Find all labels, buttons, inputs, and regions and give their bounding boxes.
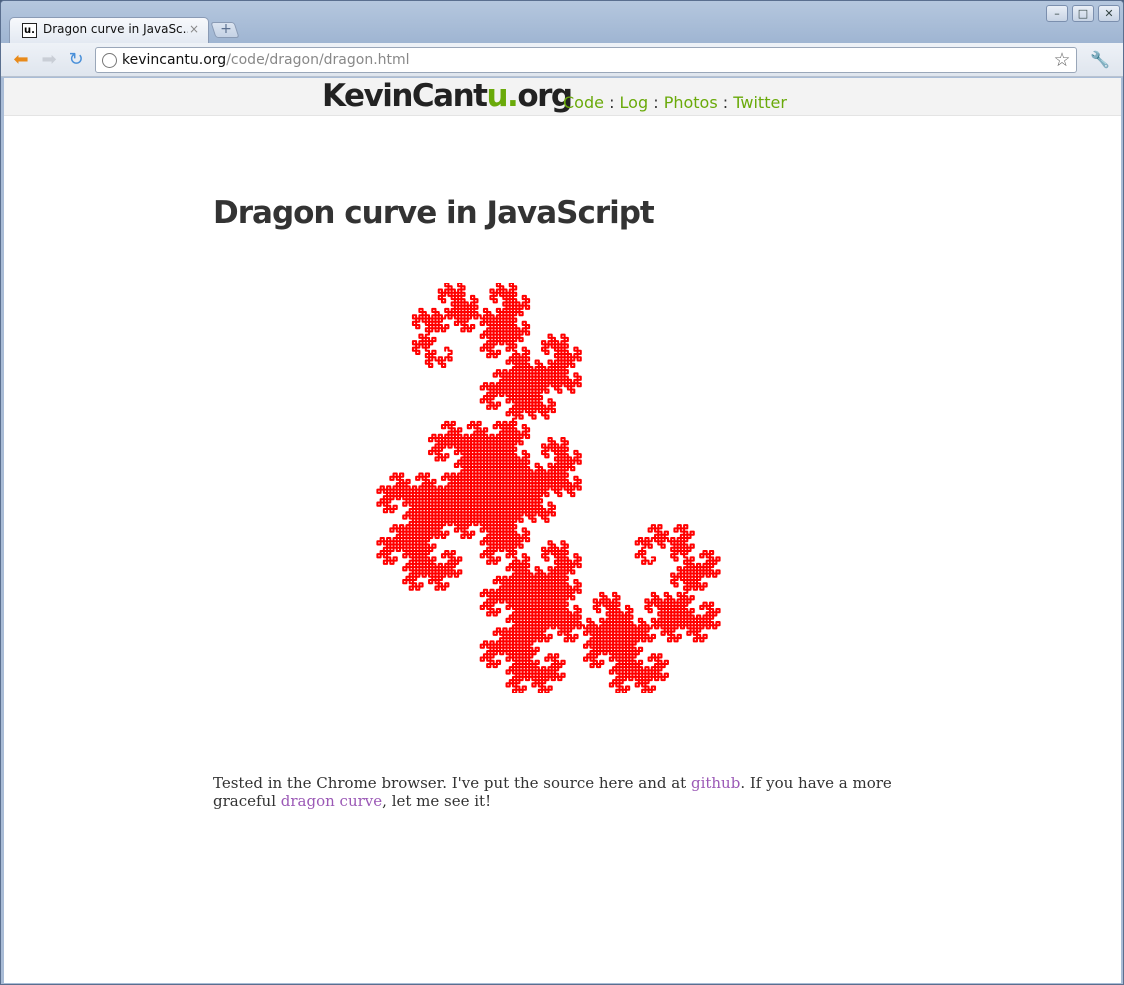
github-link[interactable]: github <box>691 774 740 792</box>
toolbar: ⬅ ➡ ↻ kevincantu.org/code/dragon/dragon.… <box>1 43 1123 77</box>
wrench-icon[interactable]: 🔧 <box>1089 49 1111 71</box>
dragon-curve-canvas <box>376 283 721 693</box>
window-close-button[interactable]: ✕ <box>1098 5 1120 22</box>
back-arrow-icon[interactable]: ⬅ <box>10 49 32 71</box>
url-text[interactable]: kevincantu.org/code/dragon/dragon.html <box>122 52 410 68</box>
dragon-curve-link[interactable]: dragon curve <box>281 792 382 810</box>
globe-icon <box>102 53 117 68</box>
tab-dragon-curve[interactable]: u. Dragon curve in JavaSc... × <box>9 17 209 43</box>
nav-link-photos[interactable]: Photos <box>664 93 718 112</box>
title-bar: u. Dragon curve in JavaSc... × + – □ ✕ <box>1 1 1123 43</box>
maximize-button[interactable]: □ <box>1072 5 1094 22</box>
tab-title: Dragon curve in JavaSc... <box>43 22 188 36</box>
site-logo[interactable]: KevinCantu.org <box>322 78 573 114</box>
reload-icon[interactable]: ↻ <box>65 49 87 71</box>
page-content: KevinCantu.org Code : Log : Photos : Twi… <box>4 78 1121 983</box>
forward-arrow-icon[interactable]: ➡ <box>38 49 60 71</box>
address-bar[interactable]: kevincantu.org/code/dragon/dragon.html ☆ <box>95 47 1077 73</box>
description-paragraph: Tested in the Chrome browser. I've put t… <box>213 774 892 810</box>
browser-window: u. Dragon curve in JavaSc... × + – □ ✕ ⬅… <box>0 0 1124 985</box>
page-title: Dragon curve in JavaScript <box>213 195 655 231</box>
new-tab-icon[interactable]: + <box>219 20 233 38</box>
site-header: KevinCantu.org Code : Log : Photos : Twi… <box>4 78 1121 116</box>
nav-link-code[interactable]: Code <box>563 93 604 112</box>
dragon-curve-path <box>376 283 721 693</box>
close-icon[interactable]: × <box>188 23 200 35</box>
favicon-icon: u. <box>22 23 37 38</box>
minimize-button[interactable]: – <box>1046 5 1068 22</box>
site-nav: Code : Log : Photos : Twitter <box>563 93 787 112</box>
nav-link-log[interactable]: Log <box>620 93 649 112</box>
star-icon[interactable]: ☆ <box>1051 49 1073 71</box>
nav-link-twitter[interactable]: Twitter <box>733 93 787 112</box>
